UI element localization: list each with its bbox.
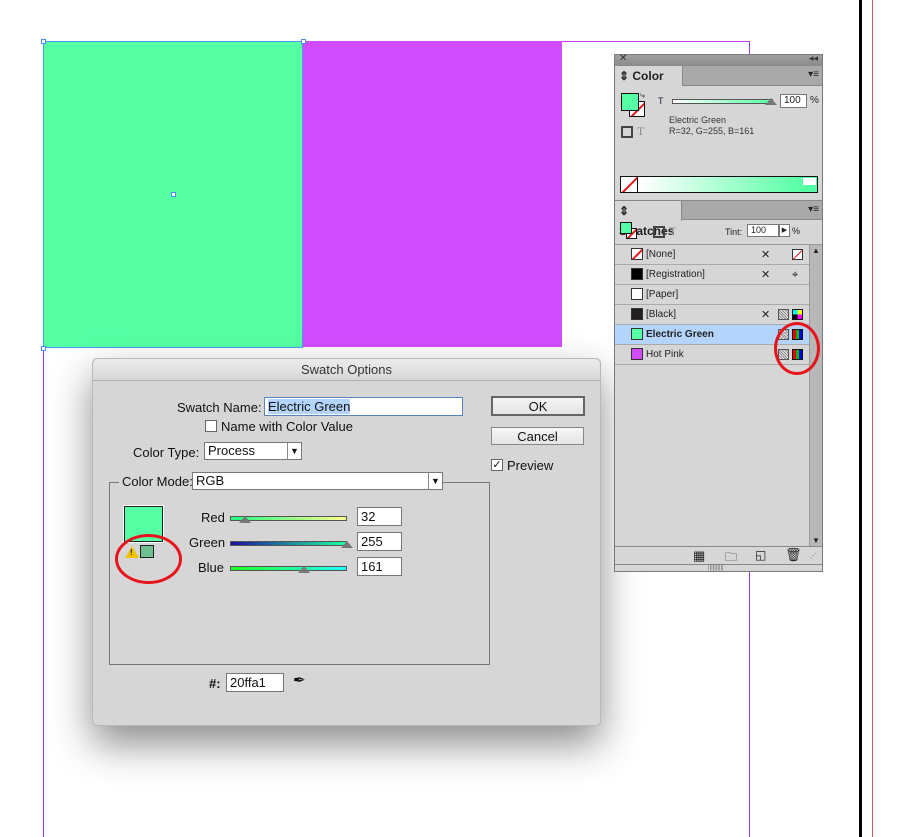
fill-color-box[interactable] (620, 222, 632, 234)
swatch-row-registration[interactable]: [Registration] ✕ ⌖ (615, 265, 809, 285)
page-edge (859, 0, 862, 837)
close-icon[interactable]: ✕ (619, 53, 627, 64)
red-slider-thumb[interactable] (239, 516, 251, 523)
delete-swatch-icon[interactable]: 🗑 (785, 547, 802, 563)
new-color-group-icon[interactable]: 🗀 (725, 548, 737, 569)
selection-handle[interactable] (41, 346, 46, 351)
tint-popup-arrow-icon[interactable]: ▶ (779, 224, 790, 237)
color-tabbar: ⇕ Color ▾≡ (615, 66, 822, 86)
new-swatch-icon[interactable]: ◱ (755, 548, 766, 562)
panel-drag-handle[interactable]: |||||||||| (708, 565, 724, 571)
formatting-container-icon[interactable] (653, 226, 665, 238)
panel-menu-icon[interactable]: ▾≡ (808, 69, 819, 80)
none-color-icon[interactable] (621, 177, 638, 192)
cmyk-mode-icon (792, 309, 803, 320)
blue-slider[interactable] (230, 566, 347, 571)
preview-label: Preview (507, 458, 554, 473)
preview-checkbox[interactable]: ✓ (491, 459, 503, 471)
collapse-icon[interactable]: ◂◂ (809, 53, 818, 64)
process-color-icon (778, 309, 789, 320)
swatch-options-dialog: Swatch Options Swatch Name: Electric Gre… (92, 358, 601, 726)
none-swatch-icon (631, 248, 643, 260)
swatches-tabbar: ⇕ Swatches ▾≡ (615, 200, 822, 238)
no-edit-icon: ✕ (761, 249, 771, 261)
blue-slider-thumb[interactable] (298, 566, 310, 573)
color-mode-select[interactable]: RGB ▼ (192, 472, 443, 490)
color-type-label: Color Type: (133, 445, 200, 460)
color-type-select[interactable]: Process ▼ (204, 442, 302, 460)
swatch-row-none[interactable]: [None] ✕ (615, 245, 809, 265)
tab-swatches[interactable]: ⇕ Swatches (615, 201, 682, 238)
red-input[interactable]: 32 (357, 507, 402, 526)
swatch-row-paper[interactable]: [Paper] (615, 285, 809, 305)
eyedropper-icon[interactable]: ✒ (293, 671, 306, 689)
highlight-circle-annotation (115, 534, 182, 584)
chevron-down-icon: ▼ (428, 473, 442, 489)
ok-button[interactable]: OK (491, 396, 585, 416)
show-swatch-kinds-icon[interactable]: ▦ (693, 548, 705, 564)
blue-input[interactable]: 161 (357, 557, 402, 576)
name-with-color-value-label: Name with Color Value (221, 419, 353, 434)
rgb-values: R=32, G=255, B=161 (669, 126, 755, 136)
hot-pink-rectangle[interactable] (303, 41, 562, 347)
resize-grip-icon[interactable]: ⋰ (810, 552, 817, 560)
color-mode-value: RGB (196, 473, 225, 488)
white-color-chip[interactable] (803, 178, 816, 185)
green-input[interactable]: 255 (357, 532, 402, 551)
green-slider-thumb[interactable] (341, 541, 353, 548)
color-type-value: Process (208, 443, 255, 458)
highlight-circle-annotation (774, 322, 820, 375)
fill-color-box[interactable] (621, 93, 639, 111)
hex-input[interactable]: 20ffa1 (226, 673, 284, 692)
tint-slider[interactable] (672, 99, 773, 104)
swatch-row-black[interactable]: [Black] ✕ (615, 305, 809, 325)
tint-label: Tint: (725, 227, 743, 237)
red-label: Red (201, 510, 225, 525)
tint-label: T (658, 96, 664, 106)
tab-color[interactable]: ⇕ Color (615, 66, 683, 86)
swatch-name-input[interactable]: Electric Green (264, 397, 463, 416)
blue-label: Blue (198, 560, 225, 575)
formatting-container-icon[interactable] (621, 126, 633, 138)
registration-icon: ⌖ (792, 269, 799, 281)
green-slider[interactable] (230, 541, 347, 546)
no-edit-icon: ✕ (761, 309, 771, 321)
chevron-down-icon: ▼ (287, 443, 301, 459)
color-swatches-panel: ✕ ◂◂ ⇕ Color ▾≡ ⤷ T T 100 % Electric Gre… (614, 53, 823, 572)
swatch-tint-input[interactable]: 100 (747, 224, 779, 237)
panel-title-bar[interactable]: ✕ ◂◂ (615, 53, 822, 66)
green-label: Green (189, 535, 226, 550)
panel-menu-icon[interactable]: ▾≡ (808, 204, 819, 215)
name-with-color-value-checkbox[interactable] (205, 420, 217, 432)
swatch-name-value: Electric Green (268, 399, 351, 414)
swatch-name-label: Swatch Name: (177, 400, 262, 415)
color-name: Electric Green (669, 115, 727, 125)
swap-icon[interactable]: ⤷ (640, 90, 645, 101)
tint-slider-thumb[interactable] (765, 98, 777, 105)
scroll-down-icon[interactable]: ▼ (812, 536, 820, 545)
swatches-toolbar: ▦ 🗀 ◱ 🗑 ⋰ (615, 546, 822, 565)
cancel-button[interactable]: Cancel (491, 427, 584, 445)
color-mode-label: Color Mode: (119, 474, 196, 489)
formatting-text-icon[interactable]: T (669, 224, 676, 239)
color-ramp[interactable] (620, 176, 818, 193)
selection-handle[interactable] (41, 39, 46, 44)
tint-input[interactable]: 100 (780, 94, 807, 108)
none-color-icon (792, 249, 803, 260)
selection-handle[interactable] (301, 39, 306, 44)
center-point-handle[interactable] (171, 192, 176, 197)
dialog-title: Swatch Options (93, 359, 600, 381)
bleed-guide (872, 0, 873, 837)
swatches-scrollbar[interactable]: ▲ ▼ (809, 245, 822, 546)
no-edit-icon: ✕ (761, 269, 771, 281)
scroll-up-icon[interactable]: ▲ (812, 246, 820, 255)
hex-label: #: (209, 676, 221, 691)
margin-guide-left (43, 348, 44, 837)
formatting-text-icon[interactable]: T (637, 124, 644, 139)
